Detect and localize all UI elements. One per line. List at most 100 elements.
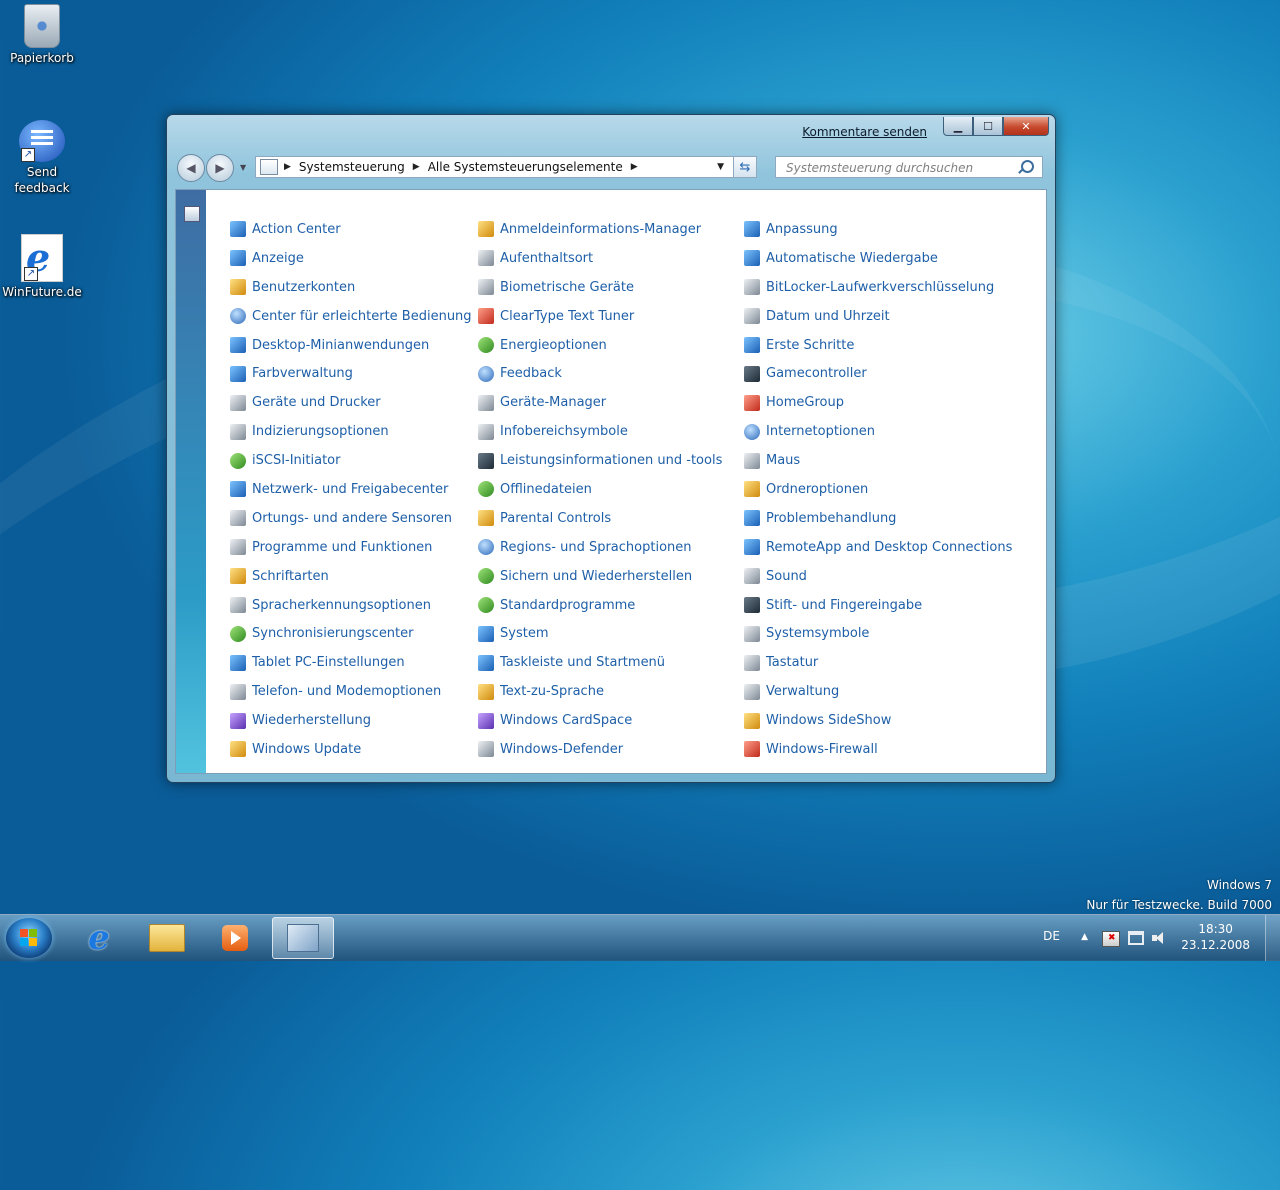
control-panel-item[interactable]: Action Center [230, 215, 472, 244]
control-panel-item[interactable]: Tablet PC-Einstellungen [230, 648, 472, 677]
clock[interactable]: 18:30 23.12.2008 [1181, 921, 1250, 953]
control-panel-item[interactable]: BitLocker-Laufwerkverschlüsselung [744, 273, 1012, 302]
control-panel-item[interactable]: Systemsymbole [744, 619, 1012, 648]
control-panel-item[interactable]: Leistungsinformationen und -tools [478, 446, 722, 475]
control-panel-item[interactable]: Geräte-Manager [478, 388, 722, 417]
address-dropdown-icon[interactable]: ▼ [717, 162, 724, 172]
control-panel-item[interactable]: Standardprogramme [478, 591, 722, 620]
control-panel-item[interactable]: Sichern und Wiederherstellen [478, 562, 722, 591]
search-input[interactable] [784, 158, 1018, 178]
kommentare-senden-link[interactable]: Kommentare senden [802, 125, 927, 139]
breadcrumb-chevron-icon[interactable]: ▶ [284, 162, 291, 172]
taskbar-internet-explorer[interactable]: e [68, 917, 130, 959]
control-panel-item[interactable]: Datum und Uhrzeit [744, 302, 1012, 331]
taskbar-explorer[interactable] [136, 917, 198, 959]
control-panel-item[interactable]: Gamecontroller [744, 359, 1012, 388]
control-panel-item[interactable]: Parental Controls [478, 504, 722, 533]
forward-button[interactable]: ▶ [206, 154, 234, 182]
item-icon [230, 365, 246, 382]
control-panel-item[interactable]: Farbverwaltung [230, 359, 472, 388]
control-panel-item[interactable]: Anmeldeinformations-Manager [478, 215, 722, 244]
item-icon [744, 683, 760, 700]
control-panel-item[interactable]: Windows CardSpace [478, 706, 722, 735]
search-icon[interactable] [1021, 160, 1034, 173]
control-panel-item[interactable]: Telefon- und Modemoptionen [230, 677, 472, 706]
control-panel-item[interactable]: Geräte und Drucker [230, 388, 472, 417]
refresh-button[interactable]: ⇆ [733, 156, 757, 178]
control-panel-item[interactable]: iSCSI-Initiator [230, 446, 472, 475]
control-panel-item[interactable]: Biometrische Geräte [478, 273, 722, 302]
item-label: Farbverwaltung [252, 366, 353, 382]
control-panel-item[interactable]: Spracherkennungsoptionen [230, 591, 472, 620]
desktop-icon-winfuture[interactable]: e ↗ WinFuture.de [0, 234, 84, 300]
control-panel-item[interactable]: Center für erleichterte Bedienung [230, 302, 472, 331]
item-icon [230, 568, 246, 585]
control-panel-item[interactable]: Windows Update [230, 735, 472, 764]
title-bar[interactable]: Kommentare senden ▁ ☐ ✕ [167, 115, 1055, 145]
recent-pages-dropdown[interactable]: ▼ [240, 163, 246, 172]
control-panel-item[interactable]: Offlinedateien [478, 475, 722, 504]
control-panel-item[interactable]: Programme und Funktionen [230, 533, 472, 562]
item-label: Energieoptionen [500, 337, 607, 353]
control-panel-item[interactable]: Verwaltung [744, 677, 1012, 706]
control-panel-item[interactable]: Tastatur [744, 648, 1012, 677]
desktop-icon-recycle-bin[interactable]: Papierkorb [0, 4, 84, 66]
control-panel-item[interactable]: Feedback [478, 359, 722, 388]
control-panel-item[interactable]: Benutzerkonten [230, 273, 472, 302]
control-panel-item[interactable]: Problembehandlung [744, 504, 1012, 533]
control-panel-item[interactable]: Indizierungsoptionen [230, 417, 472, 446]
control-panel-item[interactable]: Desktop-Minianwendungen [230, 331, 472, 360]
control-panel-item[interactable]: Regions- und Sprachoptionen [478, 533, 722, 562]
breadcrumb-alle-elemente[interactable]: Alle Systemsteuerungselemente [428, 160, 623, 174]
breadcrumb-systemsteuerung[interactable]: Systemsteuerung [299, 160, 405, 174]
control-panel-item[interactable]: Windows-Defender [478, 735, 722, 764]
control-panel-item[interactable]: Windows SideShow [744, 706, 1012, 735]
maximize-button[interactable]: ☐ [973, 117, 1003, 136]
item-label: Center für erleichterte Bedienung [252, 308, 472, 324]
control-panel-item[interactable]: Energieoptionen [478, 331, 722, 360]
control-panel-item[interactable]: Wiederherstellung [230, 706, 472, 735]
control-panel-icon [287, 924, 319, 952]
control-panel-item[interactable]: ClearType Text Tuner [478, 302, 722, 331]
control-panel-item[interactable]: Netzwerk- und Freigabecenter [230, 475, 472, 504]
control-panel-item[interactable]: Automatische Wiedergabe [744, 244, 1012, 273]
taskbar-control-panel[interactable] [272, 917, 334, 959]
control-panel-item[interactable]: Infobereichsymbole [478, 417, 722, 446]
item-icon [478, 741, 494, 758]
control-panel-item[interactable]: Maus [744, 446, 1012, 475]
minimize-button[interactable]: ▁ [943, 117, 973, 136]
close-button[interactable]: ✕ [1003, 117, 1049, 136]
control-panel-item[interactable]: Sound [744, 562, 1012, 591]
control-panel-item[interactable]: Stift- und Fingereingabe [744, 591, 1012, 620]
control-panel-item[interactable]: HomeGroup [744, 388, 1012, 417]
breadcrumb-chevron-icon[interactable]: ▶ [631, 162, 638, 172]
control-panel-item[interactable]: Erste Schritte [744, 331, 1012, 360]
address-bar[interactable]: ▶ Systemsteuerung ▶ Alle Systemsteuerung… [255, 156, 757, 178]
action-center-flag-icon[interactable] [1102, 931, 1120, 947]
control-panel-item[interactable]: Ordneroptionen [744, 475, 1012, 504]
language-indicator[interactable]: DE [1043, 929, 1060, 943]
control-panel-item[interactable]: Ortungs- und andere Sensoren [230, 504, 472, 533]
control-panel-item[interactable]: Taskleiste und Startmenü [478, 648, 722, 677]
show-desktop-button[interactable] [1265, 915, 1280, 961]
control-panel-item[interactable]: Schriftarten [230, 562, 472, 591]
control-panel-item[interactable]: Anpassung [744, 215, 1012, 244]
breadcrumb-chevron-icon[interactable]: ▶ [413, 162, 420, 172]
network-icon[interactable] [1128, 931, 1144, 945]
taskbar-media-player[interactable] [204, 917, 266, 959]
back-button[interactable]: ◀ [177, 154, 205, 182]
control-panel-item[interactable]: RemoteApp and Desktop Connections [744, 533, 1012, 562]
control-panel-item[interactable]: Aufenthaltsort [478, 244, 722, 273]
item-icon [478, 423, 494, 440]
control-panel-item[interactable]: Synchronisierungscenter [230, 619, 472, 648]
show-hidden-icons-icon[interactable]: ▲ [1081, 932, 1088, 942]
control-panel-item[interactable]: Anzeige [230, 244, 472, 273]
desktop-icon-send-feedback[interactable]: ↗ Send feedback [0, 120, 84, 196]
control-panel-item[interactable]: Text-zu-Sprache [478, 677, 722, 706]
volume-icon[interactable] [1152, 931, 1168, 945]
control-panel-item[interactable]: Internetoptionen [744, 417, 1012, 446]
search-box[interactable] [775, 156, 1043, 178]
start-button[interactable] [6, 918, 52, 958]
control-panel-item[interactable]: System [478, 619, 722, 648]
control-panel-item[interactable]: Windows-Firewall [744, 735, 1012, 764]
